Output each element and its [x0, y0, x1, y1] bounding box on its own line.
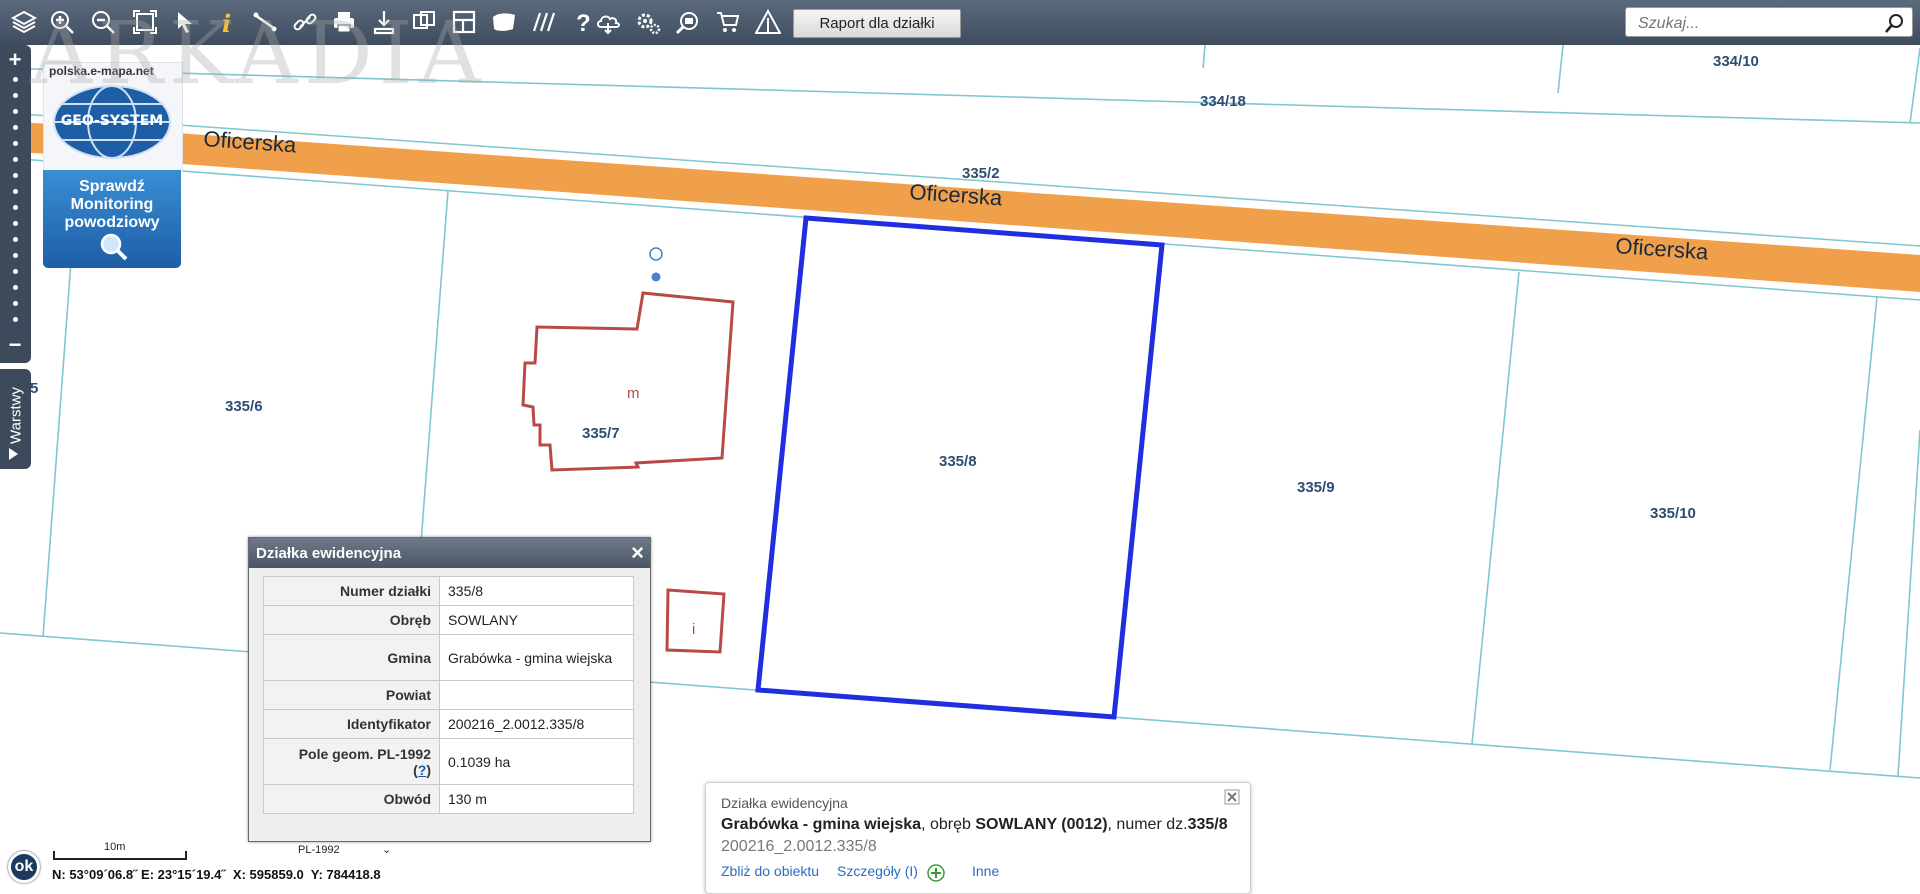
svg-text:?: ?: [576, 10, 591, 35]
download-icon[interactable]: [370, 8, 398, 36]
row-value: Grabówka - gmina wiejska: [439, 634, 634, 681]
row-label: Powiat: [263, 680, 440, 710]
zoom-out-button[interactable]: −: [4, 334, 26, 356]
pointer-icon[interactable]: [171, 8, 199, 36]
help-icon[interactable]: ?: [568, 8, 596, 36]
expand-arrow-icon: [9, 448, 18, 460]
info-icon[interactable]: i: [212, 8, 240, 36]
panel-title: Działka ewidencyjna: [256, 545, 402, 562]
flood-monitoring-text: Sprawdź Monitoring powodziowy: [64, 178, 160, 231]
print-icon[interactable]: [330, 8, 358, 36]
row-label-with-help: Pole geom. PL-1992 (?): [263, 738, 440, 785]
close-icon[interactable]: [1224, 789, 1240, 805]
zoom-slider[interactable]: + −: [0, 45, 31, 363]
row-label: Obręb: [263, 605, 440, 635]
table-row: Powiat: [263, 680, 634, 710]
row-value: SOWLANY: [439, 605, 634, 635]
popup-obreb: SOWLANY (0012): [975, 816, 1108, 833]
popup-title: Działka ewidencyjna: [721, 795, 848, 811]
search-icon[interactable]: [1884, 12, 1906, 34]
parcel-label: 335/9: [1297, 479, 1335, 496]
search-box[interactable]: [1625, 7, 1913, 37]
link-icon[interactable]: [291, 8, 319, 36]
table-row: Pole geom. PL-1992 (?) 0.1039 ha: [263, 738, 634, 785]
search-map-icon[interactable]: [674, 8, 702, 36]
cloud-icon[interactable]: [594, 8, 622, 36]
row-label: Gmina: [263, 634, 440, 681]
parcel-label: 335/10: [1650, 505, 1696, 522]
table-row: Numer działki 335/8: [263, 576, 634, 606]
parcel-attributes-table: Numer działki 335/8 Obręb SOWLANY Gmina …: [263, 576, 634, 814]
close-icon[interactable]: ×: [631, 540, 644, 566]
zoom-extent-icon[interactable]: [131, 8, 159, 36]
promo-site-link[interactable]: polska.e-mapa.net: [49, 64, 154, 78]
row-label: Numer działki: [263, 576, 440, 606]
parcel-info-panel: Działka ewidencyjna × Numer działki 335/…: [248, 537, 651, 842]
status-ok-badge[interactable]: ok: [8, 851, 40, 883]
popup-summary: Grabówka - gmina wiejska, obręb SOWLANY …: [721, 816, 1228, 834]
layers-tab-label: Warstwy: [7, 387, 25, 444]
row-value: 130 m: [439, 784, 634, 814]
parcel-label: 335/7: [582, 425, 620, 442]
zoom-out-icon[interactable]: [89, 8, 117, 36]
hatch-icon[interactable]: [530, 8, 558, 36]
row-label: Pole geom. PL-1992: [298, 745, 431, 762]
parcel-popup: Działka ewidencyjna Grabówka - gmina wie…: [705, 782, 1251, 894]
scale-bar: [53, 851, 187, 860]
promo-logo-text: GEO-SYSTEM: [60, 113, 164, 129]
zoom-in-icon[interactable]: [48, 8, 76, 36]
details-link[interactable]: Szczegóły (I): [837, 863, 918, 879]
popup-gmina: Grabówka - gmina wiejska: [721, 816, 922, 833]
row-value: 200216_2.0012.335/8: [439, 709, 634, 739]
row-value: 0.1039 ha: [439, 738, 634, 785]
row-label: Obwód: [263, 784, 440, 814]
map-icon[interactable]: [490, 8, 518, 36]
layers-tab[interactable]: Warstwy: [0, 369, 31, 469]
table-row: Identyfikator 200216_2.0012.335/8: [263, 709, 634, 739]
popup-numer-prefix: , numer dz.: [1107, 816, 1188, 833]
panel-header[interactable]: Działka ewidencyjna ×: [249, 538, 650, 568]
parcel-label: 334/18: [1200, 93, 1246, 110]
flood-monitoring-banner[interactable]: Sprawdź Monitoring powodziowy: [43, 170, 181, 268]
magnifier-icon: [100, 233, 128, 261]
building-code-label: i: [692, 621, 695, 638]
coordinates-readout: N: 53°09´06.8˝ E: 23°15´19.4˝ X: 595859.…: [52, 867, 381, 882]
parcel-label: 335/8: [939, 453, 977, 470]
chevron-down-icon[interactable]: ⌄: [382, 843, 391, 856]
report-button[interactable]: Raport dla działki: [793, 9, 961, 38]
measure-icon[interactable]: [251, 8, 279, 36]
crs-select[interactable]: PL-1992: [298, 844, 340, 856]
parcel-label: 5: [30, 380, 38, 397]
svg-text:i: i: [222, 9, 231, 35]
help-link[interactable]: ?: [418, 762, 427, 778]
row-value: 335/8: [439, 576, 634, 606]
row-label: Identyfikator: [263, 709, 440, 739]
zoom-in-button[interactable]: +: [4, 49, 26, 71]
parcel-label: 335/6: [225, 398, 263, 415]
layers-icon[interactable]: [10, 8, 38, 36]
top-toolbar: i ? Raport dla działki: [0, 0, 1920, 45]
building-code-label: m: [627, 385, 640, 402]
warning-icon[interactable]: [754, 8, 782, 36]
table-row: Obręb SOWLANY: [263, 605, 634, 635]
compare-icon[interactable]: [410, 8, 438, 36]
popup-identifier: 200216_2.0012.335/8: [721, 838, 877, 855]
popup-numer: 335/8: [1187, 816, 1228, 833]
more-link[interactable]: Inne: [972, 863, 999, 879]
plus-circle-icon[interactable]: [927, 864, 945, 882]
search-input[interactable]: [1636, 12, 1880, 36]
layout-icon[interactable]: [450, 8, 478, 36]
table-row: Obwód 130 m: [263, 784, 634, 814]
row-value: [439, 680, 634, 710]
parcel-label: 334/10: [1713, 53, 1759, 70]
table-row: Gmina Grabówka - gmina wiejska: [263, 634, 634, 681]
cart-icon[interactable]: [714, 8, 742, 36]
parcel-label: 335/2: [962, 165, 1000, 182]
settings-icon[interactable]: [634, 8, 662, 36]
popup-obreb-prefix: , obręb: [921, 816, 976, 833]
zoom-to-object-link[interactable]: Zbliż do obiektu: [721, 863, 819, 879]
